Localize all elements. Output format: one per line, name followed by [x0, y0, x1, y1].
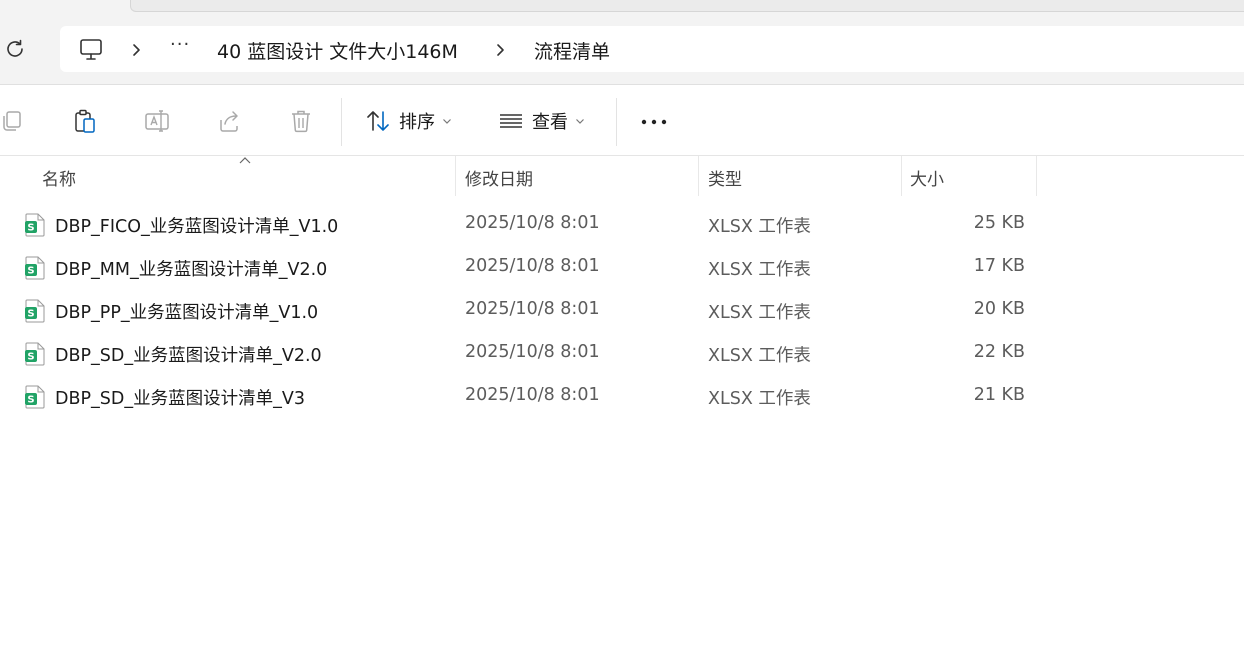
- divider: [0, 84, 1244, 85]
- file-date: 2025/10/8 8:01: [465, 213, 600, 233]
- file-row[interactable]: S DBP_SD_业务蓝图设计清单_V3 2025/10/8 8:01 XLSX…: [0, 375, 1040, 418]
- column-header-row: 名称 修改日期 类型 大小: [0, 156, 1244, 200]
- address-row: ··· 40 蓝图设计 文件大小146M 流程清单: [0, 24, 1244, 84]
- column-divider[interactable]: [455, 156, 456, 196]
- file-date: 2025/10/8 8:01: [465, 342, 600, 362]
- toolbar-separator: [341, 98, 342, 146]
- file-type: XLSX 工作表: [708, 389, 811, 409]
- chevron-right-icon[interactable]: [130, 37, 144, 63]
- breadcrumb-item-blueprint[interactable]: 40 蓝图设计 文件大小146M: [217, 37, 458, 64]
- file-type: XLSX 工作表: [708, 260, 811, 280]
- sort-icon: [367, 111, 389, 131]
- file-size: 17 KB: [973, 256, 1025, 276]
- file-name: DBP_SD_业务蓝图设计清单_V2.0: [55, 346, 322, 366]
- view-button[interactable]: 查看: [498, 106, 586, 136]
- sort-button[interactable]: 排序: [365, 106, 453, 136]
- delete-icon[interactable]: [288, 108, 314, 134]
- file-name: DBP_PP_业务蓝图设计清单_V1.0: [55, 303, 319, 323]
- svg-text:S: S: [27, 309, 34, 320]
- chevron-down-icon: [576, 119, 584, 124]
- chevron-right-icon[interactable]: [494, 37, 508, 63]
- file-row[interactable]: S DBP_MM_业务蓝图设计清单_V2.0 2025/10/8 8:01 XL…: [0, 246, 1040, 289]
- copy-icon[interactable]: [0, 108, 24, 134]
- address-bar[interactable]: ··· 40 蓝图设计 文件大小146M 流程清单: [60, 26, 1244, 72]
- file-type: XLSX 工作表: [708, 217, 811, 237]
- sort-ascending-icon: [239, 157, 251, 164]
- toolbar-separator: [616, 98, 617, 146]
- column-header-type[interactable]: 类型: [708, 165, 742, 190]
- column-header-size[interactable]: 大小: [910, 165, 944, 190]
- column-header-name[interactable]: 名称: [42, 165, 76, 190]
- tab-edge: [130, 0, 1244, 12]
- file-row[interactable]: S DBP_PP_业务蓝图设计清单_V1.0 2025/10/8 8:01 XL…: [0, 289, 1040, 332]
- view-label: 查看: [532, 112, 568, 133]
- column-divider[interactable]: [698, 156, 699, 196]
- column-header-date[interactable]: 修改日期: [465, 165, 533, 190]
- xlsx-file-icon: S: [25, 342, 45, 366]
- paste-icon[interactable]: [72, 108, 98, 134]
- file-date: 2025/10/8 8:01: [465, 385, 600, 405]
- breadcrumb-overflow[interactable]: ···: [170, 34, 190, 55]
- svg-text:S: S: [27, 266, 34, 277]
- xlsx-file-icon: S: [25, 299, 45, 323]
- file-name: DBP_FICO_业务蓝图设计清单_V1.0: [55, 217, 339, 237]
- file-name: DBP_SD_业务蓝图设计清单_V3: [55, 389, 305, 409]
- file-size: 20 KB: [973, 299, 1025, 319]
- more-icon[interactable]: [640, 116, 668, 128]
- breadcrumb-item-process-list[interactable]: 流程清单: [534, 37, 610, 64]
- chevron-down-icon: [443, 119, 451, 124]
- computer-icon[interactable]: [78, 37, 104, 63]
- rename-icon[interactable]: [144, 108, 170, 134]
- refresh-icon[interactable]: [3, 37, 27, 61]
- file-size: 21 KB: [973, 385, 1025, 405]
- title-bar-strip: [0, 0, 1244, 24]
- svg-text:S: S: [27, 395, 34, 406]
- svg-text:S: S: [27, 223, 34, 234]
- column-divider[interactable]: [1036, 156, 1037, 196]
- file-size: 25 KB: [973, 213, 1025, 233]
- xlsx-file-icon: S: [25, 256, 45, 280]
- file-name: DBP_MM_业务蓝图设计清单_V2.0: [55, 260, 328, 280]
- column-divider[interactable]: [901, 156, 902, 196]
- file-row[interactable]: S DBP_SD_业务蓝图设计清单_V2.0 2025/10/8 8:01 XL…: [0, 332, 1040, 375]
- svg-text:S: S: [27, 352, 34, 363]
- xlsx-file-icon: S: [25, 213, 45, 237]
- file-row[interactable]: S DBP_FICO_业务蓝图设计清单_V1.0 2025/10/8 8:01 …: [0, 203, 1040, 246]
- file-date: 2025/10/8 8:01: [465, 256, 600, 276]
- xlsx-file-icon: S: [25, 385, 45, 409]
- file-type: XLSX 工作表: [708, 303, 811, 323]
- file-date: 2025/10/8 8:01: [465, 299, 600, 319]
- file-size: 22 KB: [973, 342, 1025, 362]
- view-icon: [500, 114, 522, 128]
- share-icon[interactable]: [216, 108, 242, 134]
- command-bar: 排序 查看: [0, 86, 1244, 155]
- file-type: XLSX 工作表: [708, 346, 811, 366]
- sort-label: 排序: [399, 112, 435, 133]
